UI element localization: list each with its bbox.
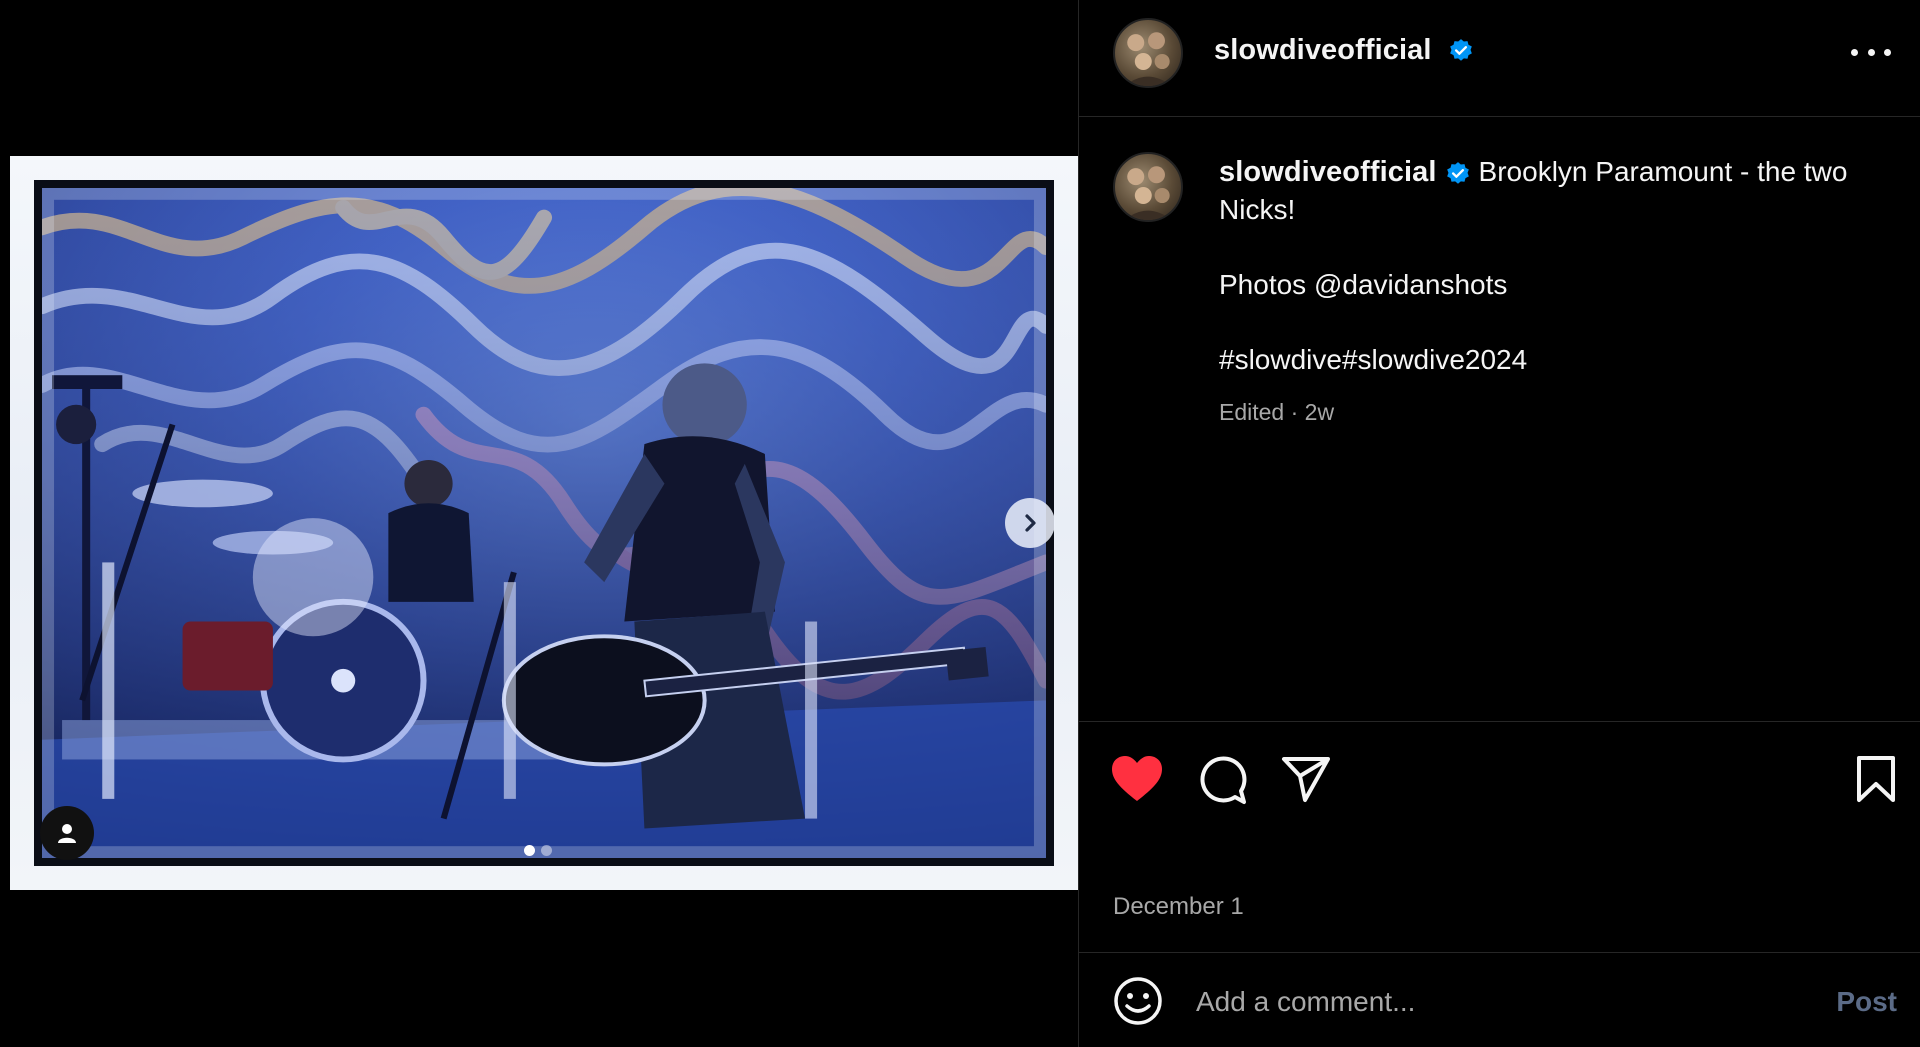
caption-line-2: Photos @davidanshots [1219, 269, 1508, 300]
like-heart-icon[interactable] [1111, 755, 1163, 803]
caption-username[interactable]: slowdiveofficial [1219, 156, 1437, 188]
carousel-indicator [524, 845, 552, 856]
more-dot [1884, 48, 1891, 56]
comment-bar: Post [1079, 954, 1920, 1047]
post-caption: slowdiveofficial Brooklyn Paramount - th… [1079, 118, 1920, 722]
carousel-next-button[interactable] [1005, 498, 1055, 548]
avatar-image [1124, 166, 1172, 220]
post-comment-button[interactable]: Post [1836, 986, 1897, 1018]
post-date[interactable]: December 1 [1113, 893, 1244, 921]
comment-icon[interactable] [1197, 755, 1247, 805]
emoji-icon[interactable] [1113, 976, 1163, 1026]
share-send-icon[interactable] [1281, 755, 1331, 803]
post-media [0, 0, 1078, 1047]
verified-badge-icon [1446, 161, 1469, 184]
verified-badge-icon [1449, 39, 1472, 62]
header-username[interactable]: slowdiveofficial [1214, 34, 1474, 67]
chevron-right-icon [1025, 514, 1036, 532]
more-dot [1851, 48, 1858, 56]
avatar[interactable] [1113, 18, 1183, 88]
more-options-button[interactable] [1851, 40, 1891, 64]
save-bookmark-icon[interactable] [1855, 755, 1897, 803]
caption-meta: Edited · 2w [1219, 399, 1335, 425]
comment-input[interactable] [1196, 978, 1756, 1026]
caption-text: slowdiveofficial Brooklyn Paramount - th… [1219, 153, 1889, 431]
avatar-image [1124, 32, 1172, 86]
post-photo-border [34, 180, 1054, 866]
username-link[interactable]: slowdiveofficial [1214, 34, 1432, 66]
post-photo-frame [10, 156, 1078, 890]
more-dot [1867, 48, 1875, 56]
carousel-dot [541, 845, 552, 856]
caption-hashtags[interactable]: #slowdive#slowdive2024 [1219, 341, 1889, 379]
post-header: slowdiveofficial [1079, 0, 1920, 117]
post-actions: December 1 [1079, 723, 1920, 953]
post-photo[interactable] [42, 188, 1046, 858]
user-tag-icon [58, 824, 76, 843]
carousel-dot-active [524, 845, 535, 856]
concert-photo-illustration [42, 188, 1046, 858]
tagged-users-button[interactable] [40, 806, 94, 860]
caption-avatar[interactable] [1113, 152, 1183, 222]
post-details-panel: slowdiveofficial slowdiveofficial Brookl… [1078, 0, 1920, 1047]
